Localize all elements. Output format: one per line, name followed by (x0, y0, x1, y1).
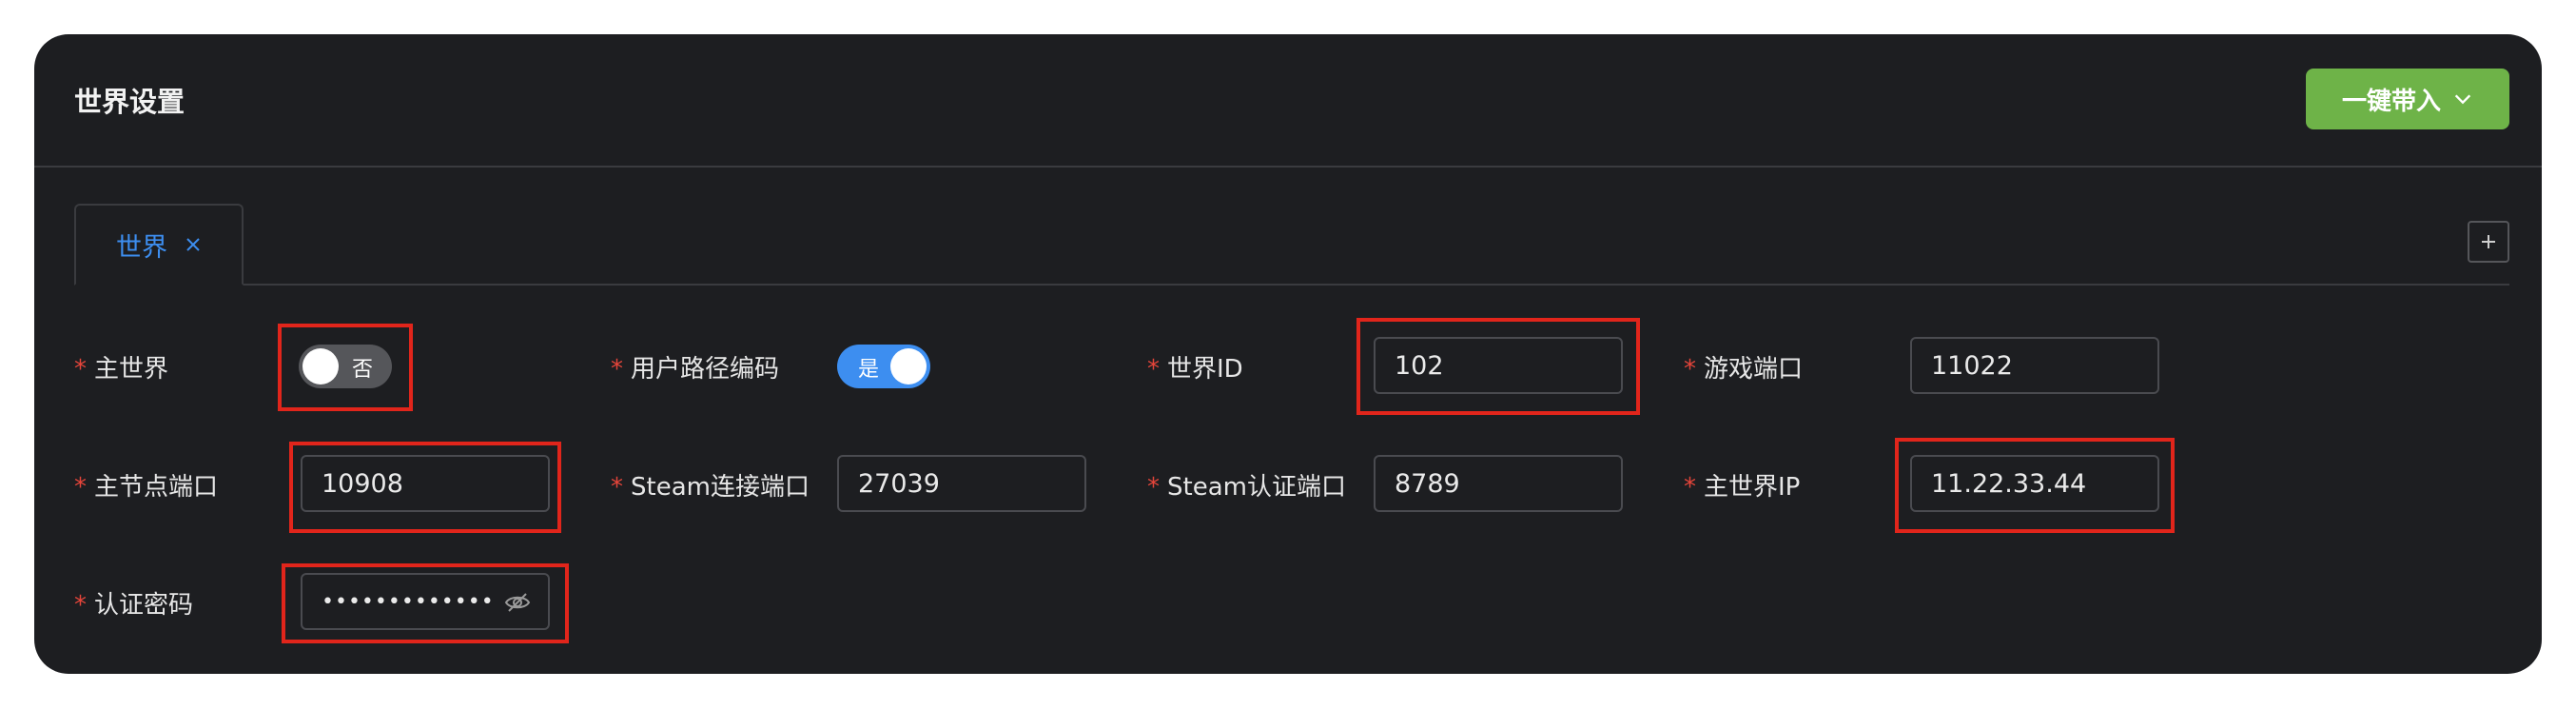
highlight-box (278, 324, 413, 411)
tab-label: 世界 (116, 232, 167, 263)
close-icon[interactable] (185, 236, 202, 253)
main-world-ip-label: * 主世界IP (1684, 473, 1801, 502)
steam-auth-port-label: * Steam认证端口 (1147, 473, 1346, 502)
steam-connect-port-label: * Steam连接端口 (611, 473, 810, 502)
highlight-box (282, 563, 569, 643)
world-id-label: * 世界ID (1147, 355, 1243, 384)
add-tab-button[interactable] (2468, 221, 2509, 263)
main-world-label: * 主世界 (74, 355, 169, 384)
master-node-port-label: * 主节点端口 (74, 473, 219, 502)
bring-in-button[interactable]: 一键带入 (2306, 69, 2509, 129)
switch-knob (890, 348, 927, 385)
steam-auth-port-input[interactable] (1374, 455, 1623, 512)
user-path-encoding-switch[interactable]: 是 (837, 345, 930, 388)
world-settings-card: 世界设置 一键带入 世界 * 主世界 否 * 用户路径编码 是 * 世界ID 1… (34, 34, 2542, 674)
highlight-box (1895, 438, 2175, 533)
card-header: 世界设置 一键带入 (34, 34, 2542, 168)
highlight-box (289, 442, 561, 533)
tabs-bar: 世界 (74, 204, 2509, 286)
user-path-encoding-label: * 用户路径编码 (611, 355, 780, 384)
page-title: 世界设置 (74, 86, 185, 118)
game-port-label: * 游戏端口 (1684, 355, 1804, 384)
game-port-input[interactable] (1910, 337, 2159, 394)
auth-password-label: * 认证密码 (74, 591, 194, 620)
tab-world[interactable]: 世界 (74, 204, 244, 286)
steam-connect-port-input[interactable] (837, 455, 1086, 512)
plus-icon (2482, 235, 2495, 248)
bring-in-label: 一键带入 (2341, 87, 2441, 116)
chevron-down-icon (2454, 94, 2471, 105)
highlight-box (1356, 318, 1640, 415)
switch-text: 是 (858, 358, 880, 382)
